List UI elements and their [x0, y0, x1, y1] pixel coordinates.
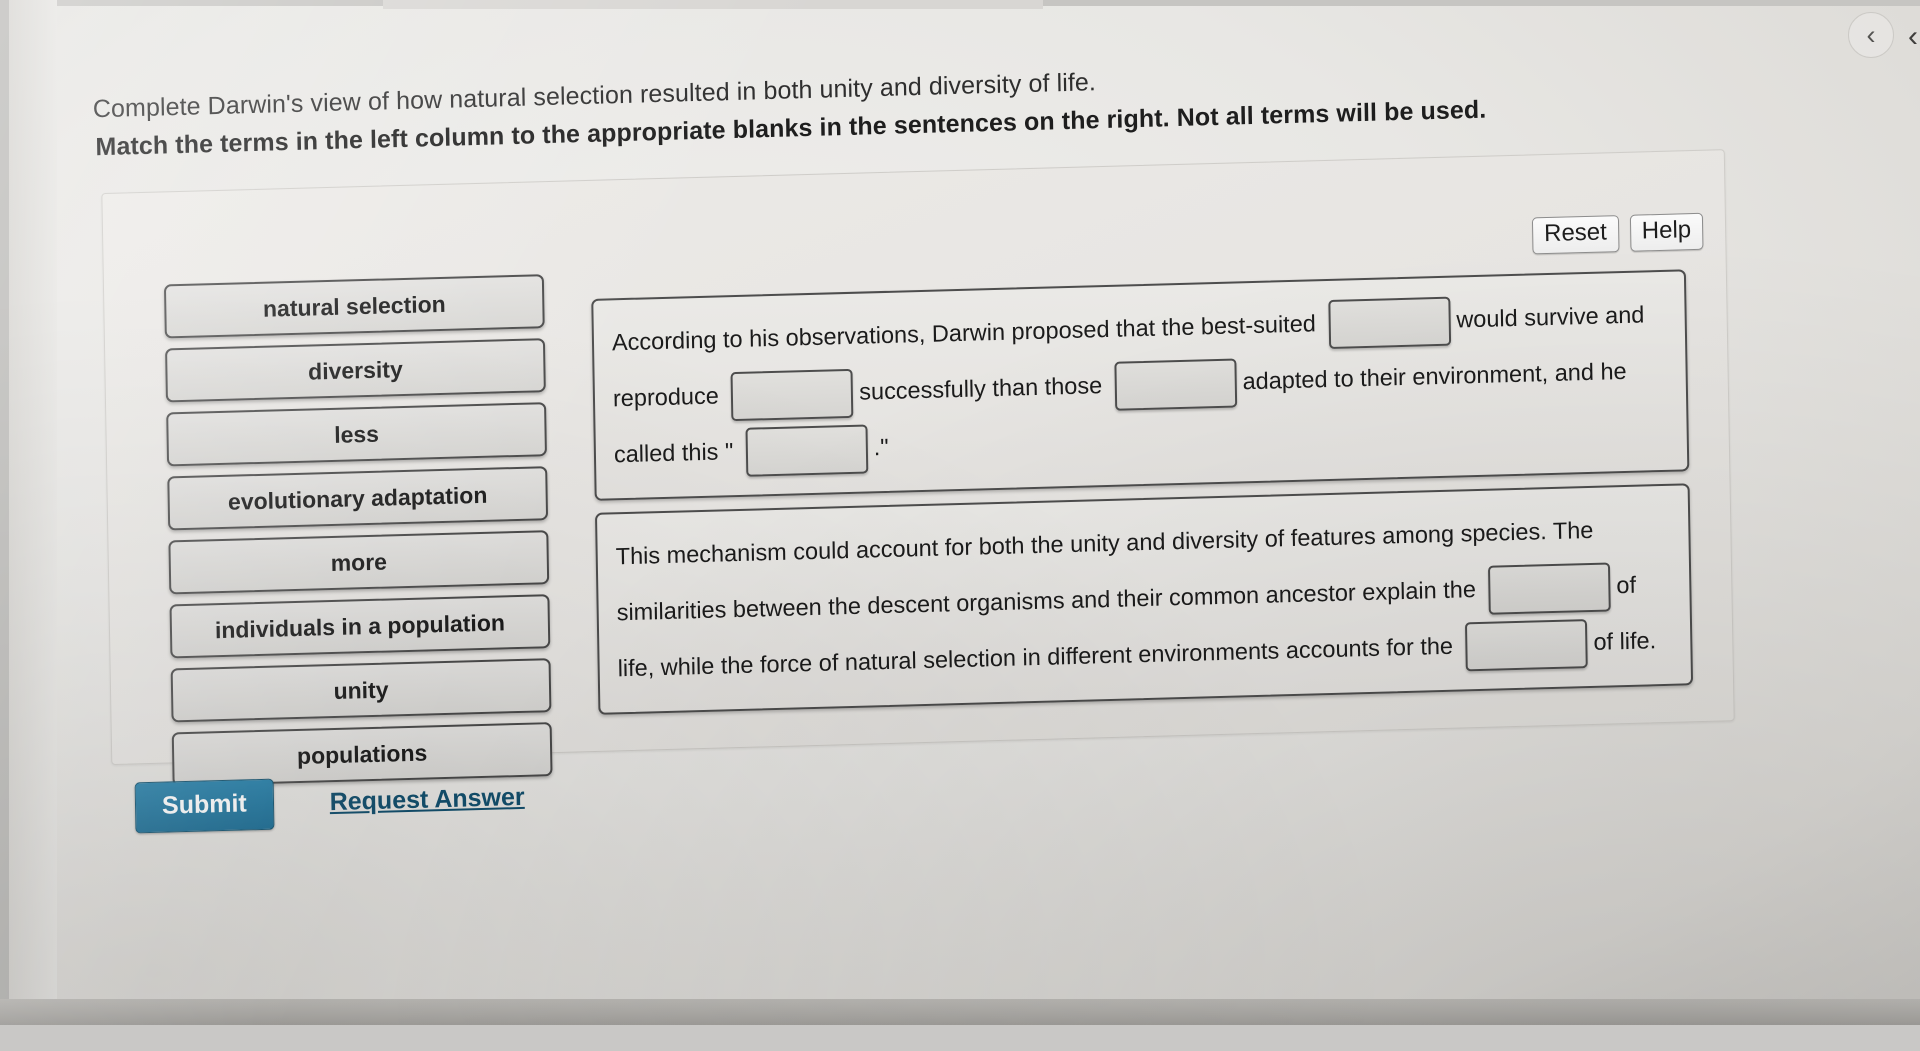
action-bar: Submit Request Answer [135, 772, 525, 834]
request-answer-link[interactable]: Request Answer [329, 783, 524, 817]
answer-blank-dropzone[interactable] [1488, 563, 1611, 615]
sentence-text: of life. [1593, 627, 1656, 655]
reset-button[interactable]: Reset [1532, 215, 1619, 254]
sentence-text: successfully than those [859, 372, 1102, 405]
photo-backdrop: Complete Darwin's view of how natural se… [0, 0, 1920, 1025]
term-tile-label: unity [333, 676, 388, 704]
term-tile[interactable]: more [168, 530, 549, 594]
term-tile-label: individuals in a population [215, 609, 505, 644]
sentence-text: ." [874, 434, 889, 460]
term-tile-label: populations [297, 739, 428, 770]
corner-chevron-icon: ‹ [1908, 22, 1918, 52]
sentence-text: According to his observations, Darwin pr… [612, 310, 1316, 355]
term-tile-label: natural selection [263, 290, 446, 322]
back-chevron-icon[interactable]: ‹ [1848, 12, 1894, 58]
term-tile[interactable]: diversity [165, 338, 546, 402]
activity-toolbar: Reset Help [1532, 213, 1704, 254]
answer-blank-dropzone[interactable] [1114, 359, 1237, 411]
term-tile[interactable]: less [166, 402, 547, 466]
answer-blank-dropzone[interactable] [1328, 297, 1451, 349]
term-tile[interactable]: evolutionary adaptation [167, 466, 548, 530]
term-tile[interactable]: individuals in a population [170, 594, 551, 658]
term-bank: natural selection diversity less evolutiona… [164, 274, 553, 796]
answer-blank-dropzone[interactable] [745, 425, 868, 477]
submit-button[interactable]: Submit [135, 779, 275, 834]
term-tile-label: more [330, 548, 387, 577]
term-tile-label: less [334, 420, 379, 448]
sentence-area: According to his observations, Darwin pr… [591, 269, 1693, 727]
sentence-box: This mechanism could account for both th… [595, 483, 1693, 715]
term-tile-label: diversity [308, 356, 403, 386]
sentence-text: This mechanism could account for both th… [616, 517, 1594, 625]
page-content: Complete Darwin's view of how natural se… [0, 0, 1920, 1051]
term-tile-label: evolutionary adaptation [228, 481, 488, 515]
help-button[interactable]: Help [1630, 213, 1704, 252]
matching-activity-panel: Reset Help natural selection diversity les… [101, 149, 1734, 765]
sentence-box: According to his observations, Darwin pr… [591, 269, 1689, 501]
answer-blank-dropzone[interactable] [1465, 619, 1588, 671]
answer-blank-dropzone[interactable] [731, 369, 854, 421]
term-tile[interactable]: unity [171, 658, 552, 722]
term-tile[interactable]: natural selection [164, 274, 545, 338]
